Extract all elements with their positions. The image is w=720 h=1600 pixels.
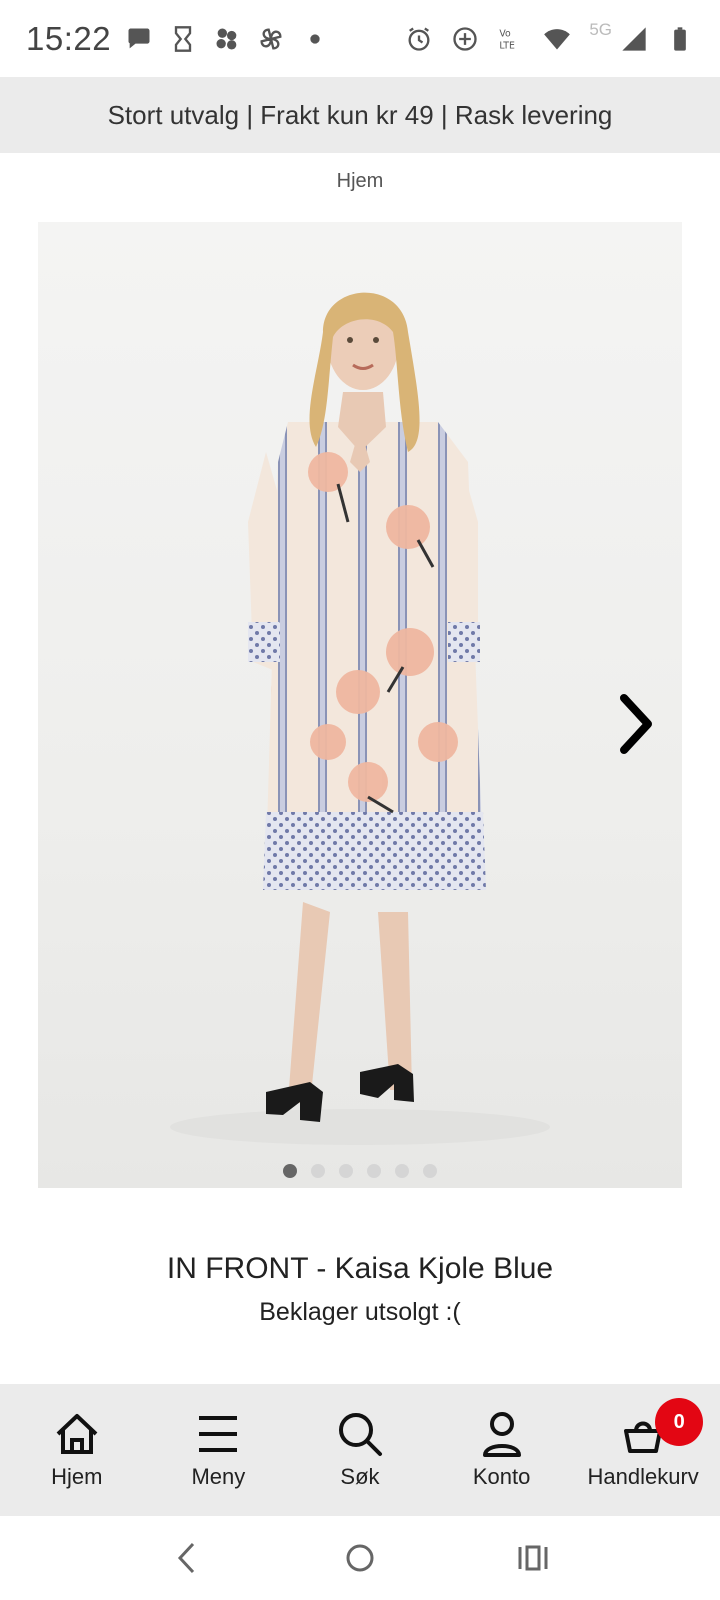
gallery-dot[interactable] (423, 1164, 437, 1178)
product-image-gallery[interactable] (38, 222, 682, 1188)
nav-item-menu[interactable]: Meny (148, 1390, 288, 1510)
gallery-dot[interactable] (367, 1164, 381, 1178)
chevron-right-icon (620, 694, 652, 754)
promo-banner: Stort utvalg | Frakt kun kr 49 | Rask le… (0, 77, 720, 153)
status-bar: 15:22 Vo LTE 5G (0, 0, 720, 77)
gallery-dot[interactable] (311, 1164, 325, 1178)
system-nav-bar (0, 1516, 720, 1600)
svg-text:LTE: LTE (500, 40, 516, 51)
gallery-dot[interactable] (339, 1164, 353, 1178)
account-icon (478, 1410, 526, 1458)
nav-label-account: Konto (472, 1464, 531, 1489)
dot-icon (301, 25, 329, 53)
nav-item-cart[interactable]: 0 Handlekurv (573, 1390, 713, 1510)
system-home-button[interactable] (330, 1528, 390, 1588)
volte-icon: Vo LTE (497, 25, 525, 53)
pinwheel-icon (257, 25, 285, 53)
nav-label-menu: Meny (191, 1464, 246, 1489)
menu-icon (194, 1410, 242, 1458)
product-title: IN FRONT - Kaisa Kjole Blue (166, 1252, 554, 1285)
back-chevron-icon (177, 1542, 194, 1574)
alarm-icon (405, 25, 433, 53)
data-saver-icon (451, 25, 479, 53)
bottom-nav: Hjem Meny Søk Konto 0 Handlekurv (0, 1384, 720, 1516)
nav-label-cart: Handlekurv (587, 1464, 699, 1489)
search-icon (336, 1410, 384, 1458)
recents-icon (518, 1545, 548, 1571)
status-left-icons (125, 25, 329, 53)
battery-icon (666, 25, 694, 53)
status-time: 15:22 (26, 19, 112, 57)
gallery-next-button[interactable] (616, 692, 664, 762)
gallery-pagination (38, 1164, 682, 1178)
home-circle-icon (346, 1544, 374, 1572)
breadcrumb-home-link[interactable]: Hjem (337, 170, 384, 192)
nav-item-home[interactable]: Hjem (7, 1390, 147, 1510)
status-right-icons: Vo LTE 5G (405, 20, 694, 53)
page: 15:22 Vo LTE 5G Stort utvalg | Frakt kun… (0, 0, 720, 1600)
nav-item-account[interactable]: Konto (432, 1390, 572, 1510)
gallery-dot[interactable] (395, 1164, 409, 1178)
signal-icon (620, 25, 648, 53)
gallery-dot[interactable] (283, 1164, 297, 1178)
nav-label-home: Hjem (51, 1464, 103, 1489)
nav-label-search: Søk (340, 1464, 380, 1489)
home-icon (53, 1410, 101, 1458)
breadcrumb: Hjem (0, 170, 720, 193)
svg-text:Vo: Vo (500, 28, 512, 39)
blocks-app-icon (213, 25, 241, 53)
wifi-icon (543, 25, 571, 53)
hourglass-icon (169, 25, 197, 53)
network-label: 5G (589, 19, 612, 39)
system-recents-button[interactable] (503, 1528, 563, 1588)
availability-status: Beklager utsolgt :( (259, 1298, 461, 1326)
cart-count-badge: 0 (655, 1398, 704, 1446)
nav-item-search[interactable]: Søk (290, 1390, 430, 1510)
chat-bubble-icon (125, 25, 153, 53)
system-back-button[interactable] (157, 1528, 217, 1588)
product-photo (170, 292, 550, 1145)
